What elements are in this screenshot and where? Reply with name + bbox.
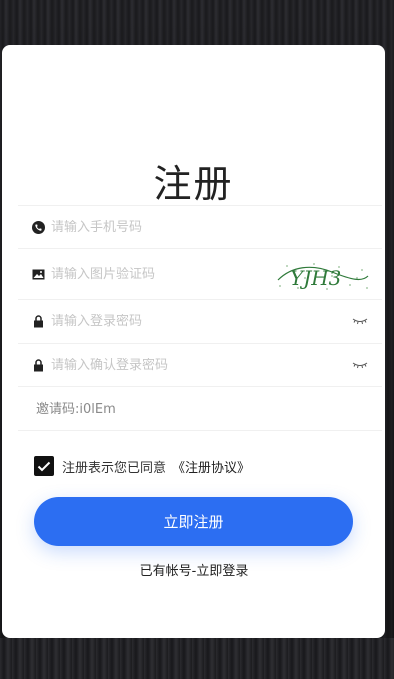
page-title: 注册 xyxy=(153,162,234,206)
agreement-text: 注册表示您已同意 xyxy=(62,460,167,476)
confirm-password-input[interactable] xyxy=(51,357,382,373)
agreement-link[interactable]: 《注册协议》 xyxy=(172,457,250,476)
password-input[interactable] xyxy=(51,314,382,329)
eye-closed-icon[interactable] xyxy=(352,360,368,370)
divider xyxy=(18,430,382,431)
image-icon xyxy=(32,268,45,281)
password-row xyxy=(18,299,382,343)
agreement: 注册表示您已同意 《注册协议》 xyxy=(34,456,250,476)
background-band xyxy=(0,638,394,679)
confirm-password-row xyxy=(18,343,382,386)
phone-row xyxy=(18,205,382,248)
agreement-checkbox[interactable] xyxy=(34,456,54,476)
phone-input[interactable] xyxy=(51,219,382,235)
phone-icon xyxy=(32,220,45,234)
captcha-text: YJH3 xyxy=(290,266,341,290)
eye-closed-icon[interactable] xyxy=(352,316,368,326)
lock-icon xyxy=(32,358,45,372)
register-button[interactable]: 立即注册 xyxy=(34,497,353,546)
lock-icon xyxy=(32,315,45,328)
login-link[interactable]: 已有帐号-立即登录 xyxy=(0,560,388,579)
captcha-image[interactable]: YJH3 xyxy=(272,258,372,294)
invite-code[interactable]: 邀请码:i0lEm xyxy=(36,398,116,417)
check-icon xyxy=(37,461,51,471)
image-code-row: YJH3 xyxy=(18,248,382,299)
